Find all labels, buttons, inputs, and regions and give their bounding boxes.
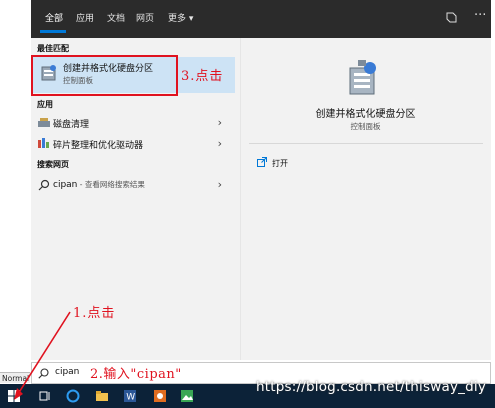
chevron-right-icon[interactable]: › [218, 116, 222, 129]
chevron-right-icon[interactable]: › [218, 178, 222, 191]
open-action[interactable]: 打开 [272, 158, 288, 169]
tab-more[interactable]: 更多 ▾ [168, 11, 193, 24]
app-item-label: 碎片整理和优化驱动器 [53, 141, 144, 151]
app-item-label: 磁盘清理 [53, 120, 90, 130]
svg-text:W: W [126, 393, 135, 403]
tab-web[interactable]: 网页 [136, 11, 154, 24]
step1-annotation: 1.点击 [73, 306, 116, 321]
tab-documents[interactable]: 文档 [107, 11, 125, 24]
web-search-query: cipan [53, 180, 78, 190]
tab-all[interactable]: 全部 [45, 11, 63, 24]
normal-label: Normal [0, 372, 30, 383]
search-icon [38, 368, 49, 379]
disk-management-icon [340, 56, 384, 100]
section-best-match: 最佳匹配 [37, 44, 69, 53]
search-icon [38, 179, 50, 191]
watermark: https://blog.csdn.net/thisway_diy [256, 379, 487, 395]
disk-cleanup-icon [38, 117, 50, 128]
app-icon[interactable] [153, 389, 167, 403]
browser-icon[interactable] [66, 389, 80, 403]
open-icon[interactable] [257, 157, 267, 167]
section-apps: 应用 [37, 100, 53, 109]
chevron-right-icon[interactable]: › [218, 137, 222, 150]
step3-annotation: 3.点击 [181, 69, 224, 84]
web-search-item[interactable]: cipan - 查看网络搜索结果 › [33, 175, 235, 195]
section-web: 搜索网页 [37, 160, 69, 169]
word-icon[interactable]: W [123, 389, 137, 403]
desktop-strip [0, 0, 31, 372]
detail-title: 创建并格式化硬盘分区 [315, 109, 416, 120]
tab-apps[interactable]: 应用 [76, 11, 94, 24]
feedback-icon[interactable] [445, 11, 459, 25]
active-tab-indicator [40, 30, 66, 33]
step3-highlight-box [31, 55, 178, 96]
task-view-icon[interactable] [38, 389, 52, 403]
app-item-disk-cleanup[interactable]: 磁盘清理 › [33, 113, 235, 133]
web-search-suffix: - 查看网络搜索结果 [77, 180, 145, 189]
file-explorer-icon[interactable] [95, 389, 109, 403]
windows-start-icon[interactable] [7, 389, 21, 403]
web-search-label: cipan - 查看网络搜索结果 [53, 179, 145, 190]
step2-annotation: 2.输入"cipan" [90, 367, 182, 382]
image-app-icon[interactable] [180, 389, 194, 403]
divider [249, 143, 483, 144]
ellipsis-icon[interactable]: ··· [474, 8, 486, 24]
defrag-icon [38, 138, 50, 149]
search-input[interactable]: cipan [55, 367, 79, 377]
detail-subtitle: 控制面板 [350, 122, 381, 131]
search-filter-bar: 全部 应用 文档 网页 更多 ▾ [31, 0, 491, 38]
app-item-defrag[interactable]: 碎片整理和优化驱动器 › [33, 134, 235, 154]
